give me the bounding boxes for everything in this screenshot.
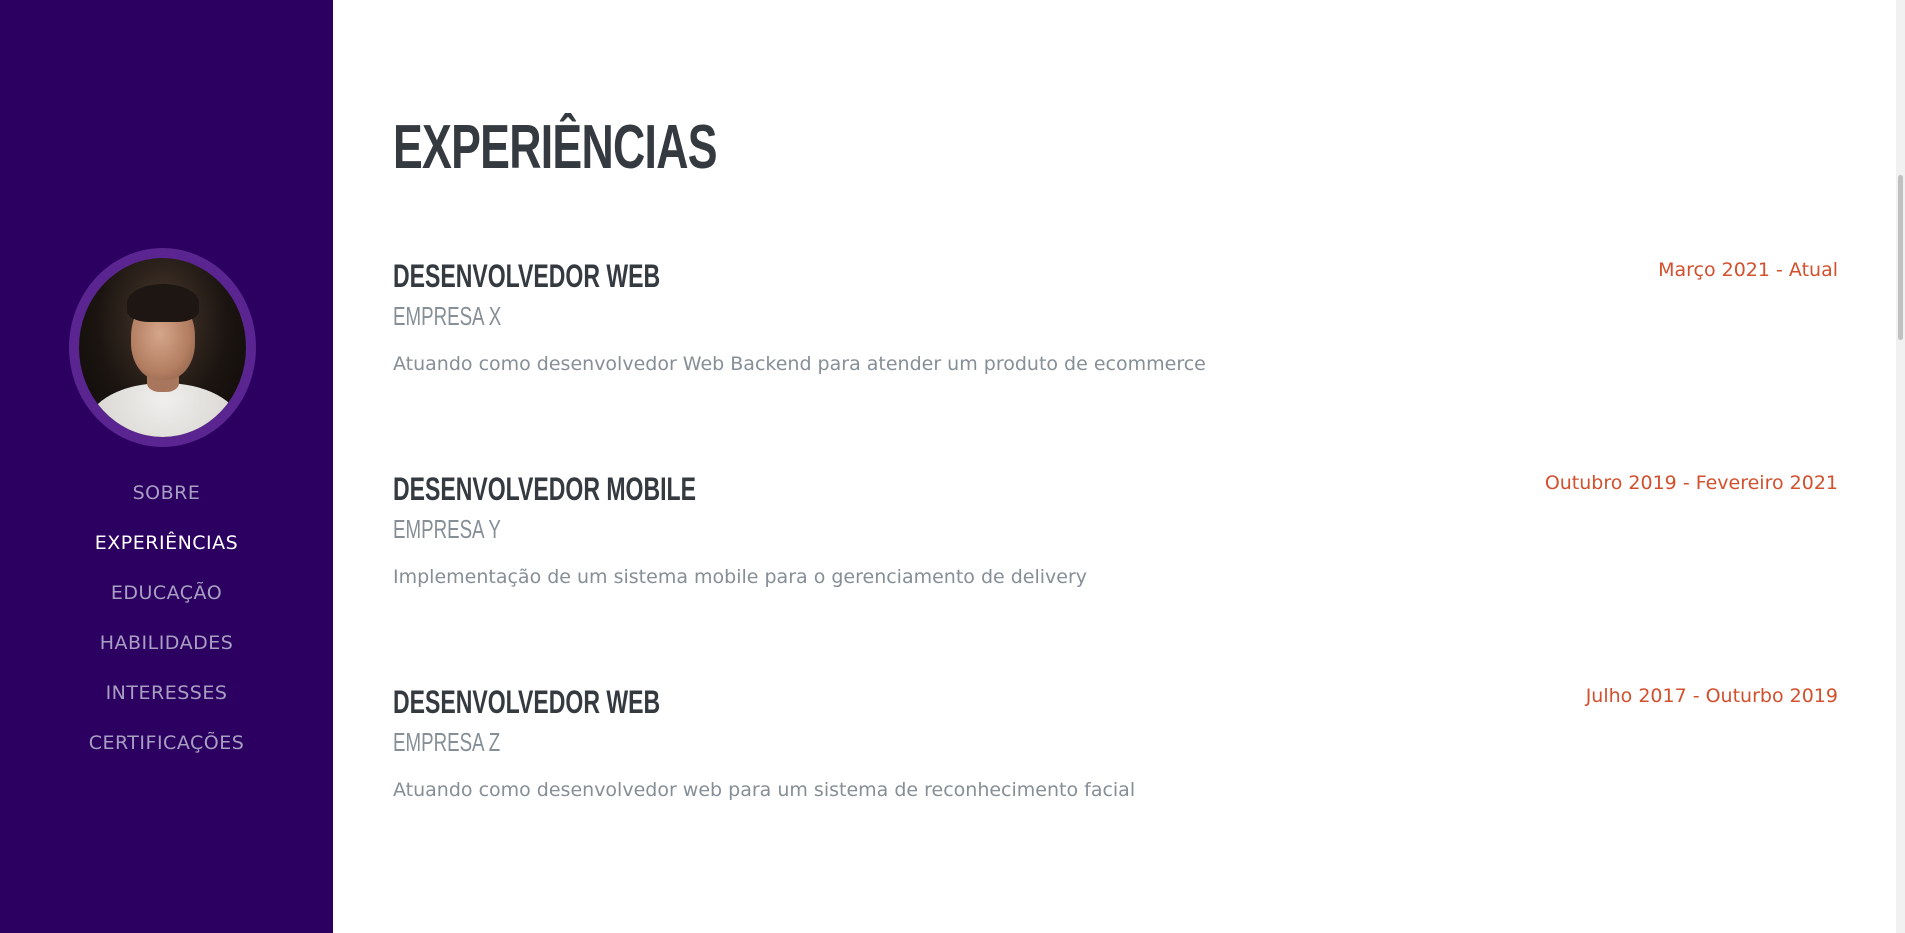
experience-item: DESENVOLVEDOR WEB EMPRESA X Atuando como…	[393, 258, 1838, 408]
experience-role: DESENVOLVEDOR WEB	[393, 258, 661, 294]
experience-item: DESENVOLVEDOR WEB EMPRESA Z Atuando como…	[393, 684, 1838, 834]
section-title: EXPERIÊNCIAS	[393, 113, 717, 182]
avatar	[79, 258, 246, 437]
experience-item: DESENVOLVEDOR MOBILE EMPRESA Y Implement…	[393, 471, 1838, 621]
nav-item-educacao[interactable]: EDUCAÇÃO	[0, 578, 333, 628]
sidebar-nav: SOBRE EXPERIÊNCIAS EDUCAÇÃO HABILIDADES …	[0, 478, 333, 778]
experience-description: Atuando como desenvolvedor Web Backend p…	[393, 353, 1206, 375]
scrollbar-thumb[interactable]	[1898, 175, 1903, 340]
experience-role: DESENVOLVEDOR WEB	[393, 684, 661, 720]
page-scrollbar[interactable]	[1896, 0, 1905, 933]
experience-description: Atuando como desenvolvedor web para um s…	[393, 779, 1136, 801]
experience-role: DESENVOLVEDOR MOBILE	[393, 471, 696, 507]
avatar-ring	[69, 248, 256, 447]
nav-item-certificacoes[interactable]: CERTIFICAÇÕES	[0, 728, 333, 778]
nav-item-sobre[interactable]: SOBRE	[0, 478, 333, 528]
nav-item-interesses[interactable]: INTERESSES	[0, 678, 333, 728]
experience-company: EMPRESA Y	[393, 514, 501, 544]
experience-date: Outubro 2019 - Fevereiro 2021	[1544, 472, 1838, 494]
experience-date: Março 2021 - Atual	[1658, 259, 1838, 281]
experience-company: EMPRESA X	[393, 301, 502, 331]
nav-item-habilidades[interactable]: HABILIDADES	[0, 628, 333, 678]
experience-company: EMPRESA Z	[393, 727, 501, 757]
experience-description: Implementação de um sistema mobile para …	[393, 566, 1088, 588]
experience-date: Julho 2017 - Outurbo 2019	[1585, 685, 1838, 707]
sidebar: SOBRE EXPERIÊNCIAS EDUCAÇÃO HABILIDADES …	[0, 0, 333, 933]
nav-item-experiencias[interactable]: EXPERIÊNCIAS	[0, 528, 333, 578]
